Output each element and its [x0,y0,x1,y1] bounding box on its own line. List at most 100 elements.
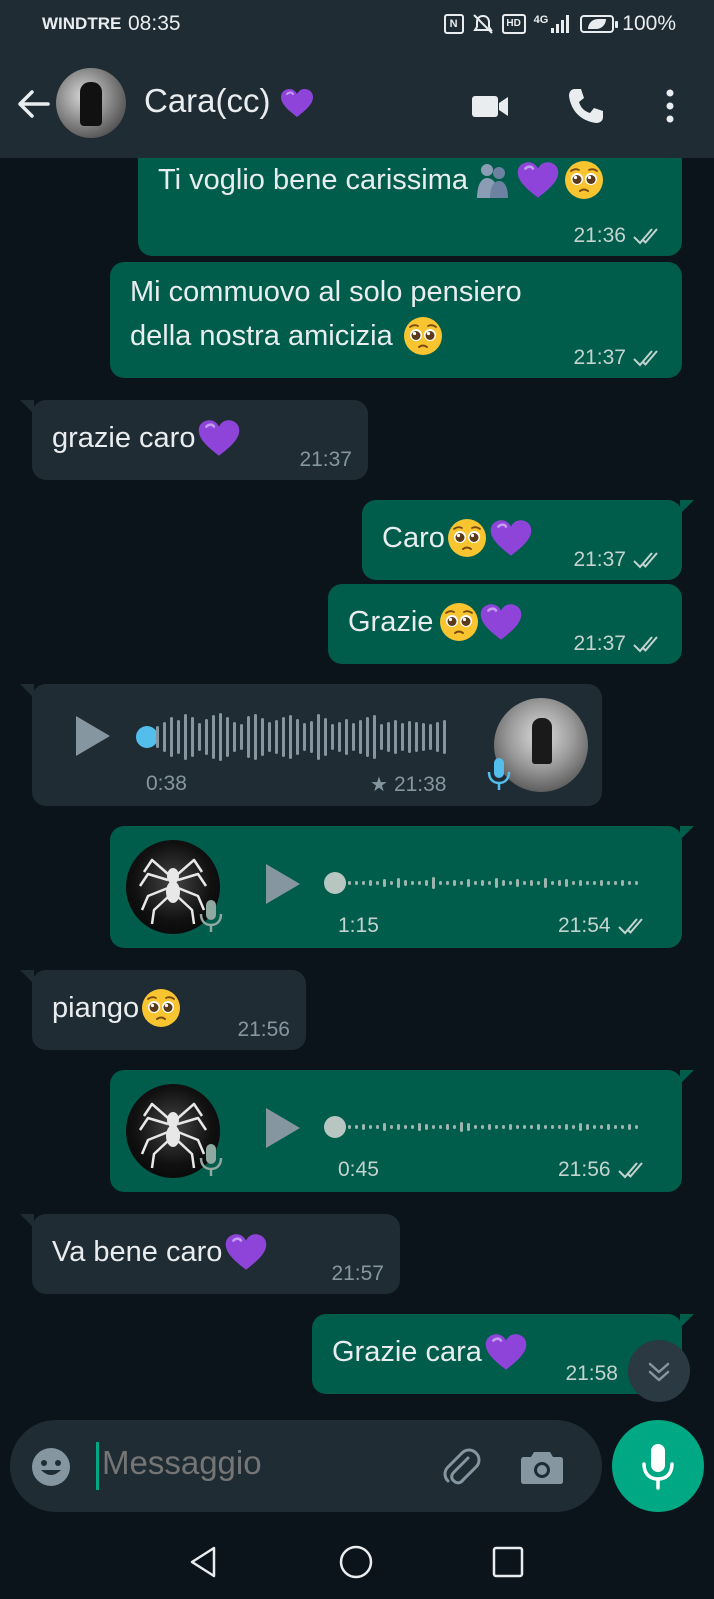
waveform-bar [390,1125,393,1129]
waveform-bar [495,878,498,888]
status-icons: N HD 4G 100% [443,12,676,36]
play-icon[interactable] [262,1106,302,1150]
message-bubble-outgoing[interactable]: Mi commuovo al solo pensiero della nostr… [110,262,682,378]
waveform-bar [359,720,362,754]
waveform-bar [453,1125,456,1129]
waveform-bar [261,718,264,756]
message-meta: 21:37 [299,448,352,472]
more-vert-icon[interactable] [650,86,690,126]
signal-icon [551,15,570,33]
waveform-bar [467,879,470,887]
nav-recents-icon[interactable] [490,1544,526,1580]
contact-name[interactable]: Cara(cc) [144,82,314,120]
avatar[interactable] [56,68,126,138]
waveform-bar [404,880,407,886]
message-text: Caro [382,522,445,554]
nav-home-icon[interactable] [338,1544,374,1580]
read-ticks-icon [632,550,666,570]
phone-icon[interactable] [566,86,606,126]
waveform-bar [467,1123,470,1131]
waveform-bar [460,1122,463,1132]
mic-icon [198,898,224,934]
waveform-bar [565,879,568,887]
message-meta: 21:56 [237,1018,290,1042]
waveform-bar [422,723,425,751]
waveform-bar [607,881,610,885]
waveform-bar [376,881,379,885]
hugging-people-emoji [472,160,512,200]
message-list[interactable]: Ti voglio bene carissima 21:36 Mi commuo… [0,158,714,1420]
chat-header: Cara(cc) [0,52,714,158]
play-icon[interactable] [262,862,302,906]
waveform-bar [551,881,554,885]
message-meta: 21:37 [573,346,666,370]
star-icon: ★ [370,774,388,796]
video-call-icon[interactable] [470,86,510,126]
paperclip-icon[interactable] [438,1444,482,1488]
waveform-bar [621,880,624,886]
waveform-bar [453,880,456,886]
waveform-bar [439,1125,442,1129]
waveform-bar [586,1124,589,1130]
waveform-bar [600,1125,603,1129]
message-bubble-incoming[interactable]: Va bene caro 21:57 [20,1214,400,1294]
carrier-label: WINDTRE [42,14,122,33]
waveform-bar [177,720,180,754]
back-arrow-icon[interactable] [14,84,54,124]
message-bubble-outgoing[interactable]: Caro 21:37 [362,500,694,580]
message-bubble-incoming[interactable]: grazie caro 21:37 [20,400,368,480]
message-time: 21:56 [558,1158,611,1181]
waveform-bar [254,714,257,760]
waveform-bar [586,881,589,885]
message-text: Grazie cara [332,1336,482,1368]
nav-back-icon[interactable] [186,1544,222,1580]
voice-waveform[interactable] [348,1100,638,1154]
mute-bell-icon [472,14,493,34]
waveform-bar [607,1124,610,1130]
read-ticks-icon [632,634,666,654]
message-bubble-outgoing[interactable]: Grazie 21:37 [328,584,682,664]
voice-message-outgoing[interactable]: 0:45 21:56 [110,1070,694,1192]
status-bar: WINDTRE 08:35 N HD 4G 100% [0,0,714,52]
waveform-bar [558,880,561,886]
scroll-to-bottom-button[interactable] [628,1340,690,1402]
voice-waveform[interactable] [348,856,638,910]
emoji-icon[interactable] [30,1446,72,1488]
voice-message-outgoing[interactable]: 1:15 21:54 [110,826,694,948]
waveform-bar [488,1124,491,1130]
waveform-bar [408,721,411,753]
message-bubble-outgoing[interactable]: Ti voglio bene carissima 21:36 [138,158,682,256]
play-icon[interactable] [72,714,112,758]
voice-message-incoming[interactable]: 0:38 ★ 21:38 [20,684,602,806]
waveform-bar [509,881,512,885]
purple-heart-emoji [516,161,560,199]
waveform-bar [481,880,484,886]
waveform-bar [544,1125,547,1129]
message-bubble-incoming[interactable]: piango 21:56 [20,970,306,1050]
playback-position-dot[interactable] [324,1116,346,1138]
voice-waveform[interactable] [156,710,446,764]
waveform-bar [439,881,442,885]
message-time: 21:37 [299,448,352,471]
playback-position-dot[interactable] [324,872,346,894]
read-ticks-icon [632,348,666,368]
pleading-face-emoji [439,602,479,642]
message-bubble-outgoing[interactable]: Grazie cara 21:58 [312,1314,694,1394]
waveform-bar [628,1124,631,1130]
waveform-bar [219,713,222,761]
waveform-bar [352,723,355,751]
message-time: 21:58 [565,1362,618,1385]
message-meta: 21:54 [558,914,651,938]
waveform-bar [481,1125,484,1129]
message-input[interactable] [102,1444,422,1482]
message-time: 21:56 [237,1018,290,1041]
system-nav-bar [0,1522,714,1599]
voice-record-button[interactable] [612,1420,704,1512]
playback-position-dot[interactable] [136,726,158,748]
waveform-bar [191,717,194,757]
waveform-bar [530,1125,533,1129]
message-time: 21:36 [573,224,626,247]
camera-icon[interactable] [520,1446,564,1486]
waveform-bar [523,881,526,885]
waveform-bar [474,1125,477,1129]
